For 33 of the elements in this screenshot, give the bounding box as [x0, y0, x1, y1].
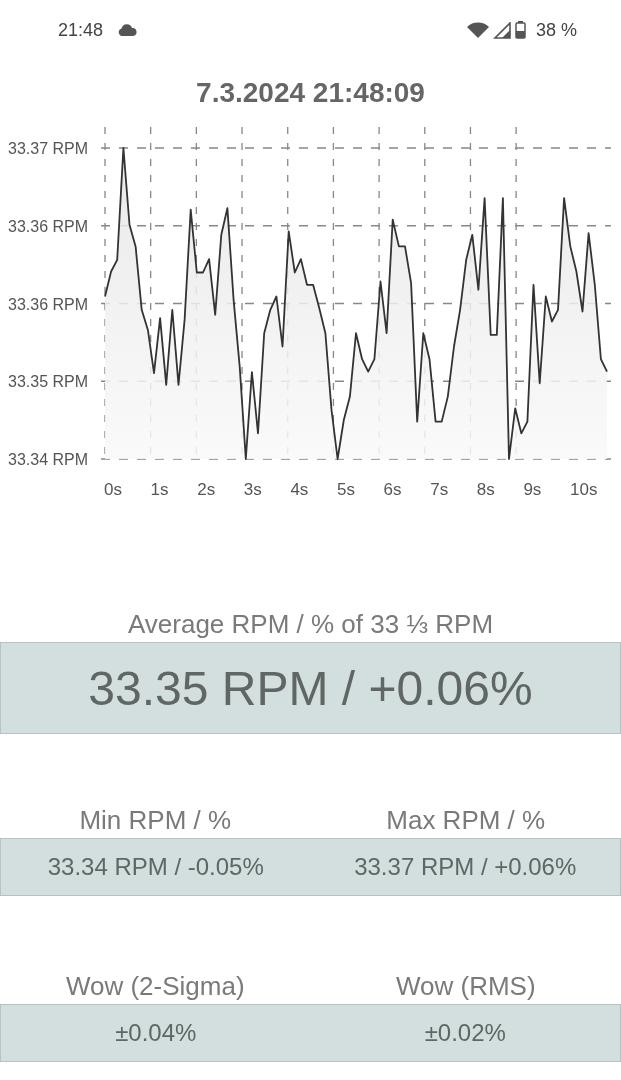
- x-axis-label: 7s: [430, 480, 449, 499]
- x-axis-label: 9s: [523, 480, 542, 499]
- y-axis-label: 33.36 RPM: [8, 217, 89, 235]
- stat-value: 33.34 RPM / -0.05%: [47, 853, 264, 881]
- stat-label: Wow (RMS): [395, 970, 536, 1002]
- x-axis-label: 6s: [383, 480, 402, 499]
- average-label: Average RPM / % of 33 ⅓ RPM: [127, 608, 494, 640]
- stat-label: Max RPM / %: [386, 804, 546, 836]
- battery-percentage: 38 %: [535, 19, 577, 41]
- average-value: 33.35 RPM / +0.06%: [0, 642, 621, 734]
- stat-label: Wow (2-Sigma): [65, 970, 245, 1002]
- x-axis-label: 1s: [150, 480, 169, 499]
- cloud-icon: [117, 24, 138, 36]
- x-axis-label: 0s: [104, 480, 122, 499]
- x-axis-label: 2s: [197, 480, 216, 499]
- status-time: 21:48: [58, 19, 104, 41]
- x-axis-label: 8s: [476, 480, 495, 499]
- signal-icon: [492, 21, 511, 39]
- x-axis-label: 5s: [337, 480, 355, 499]
- x-axis-label: 10s: [570, 480, 598, 499]
- y-axis-label: 33.37 RPM: [8, 140, 89, 157]
- y-axis-label: 33.34 RPM: [8, 451, 89, 468]
- timestamp-title: 7.3.2024 21:48:09: [196, 76, 425, 109]
- x-axis-label: 4s: [290, 480, 309, 499]
- x-axis-label: 3s: [243, 480, 262, 499]
- y-axis-label: 33.36 RPM: [8, 295, 89, 313]
- stat-value: 33.37 RPM / +0.06%: [354, 853, 577, 881]
- y-axis-label: 33.35 RPM: [8, 373, 89, 391]
- stat-value: ±0.02%: [424, 1019, 506, 1047]
- wifi-icon: [466, 22, 489, 38]
- stat-value: ±0.04%: [115, 1019, 197, 1047]
- stat-label: Min RPM / %: [79, 804, 232, 836]
- battery-icon: [514, 21, 526, 39]
